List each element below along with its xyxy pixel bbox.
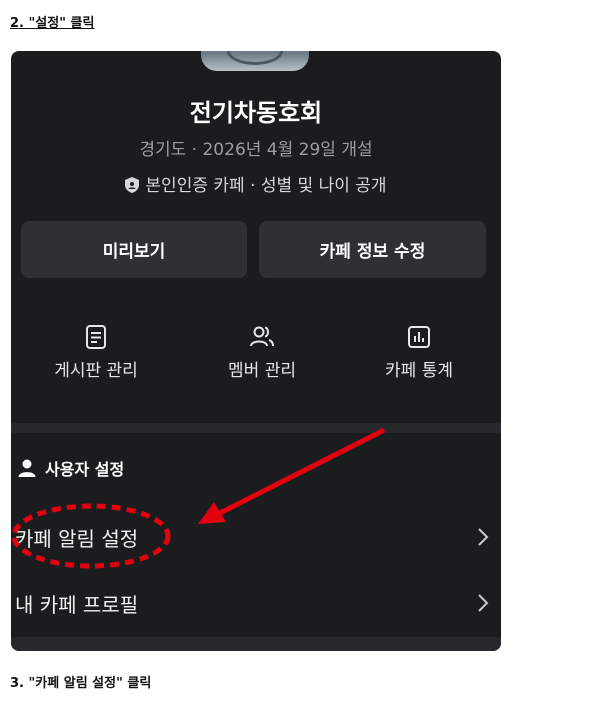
document-icon <box>86 325 106 349</box>
stats-icon <box>408 326 430 348</box>
board-management-label: 게시판 관리 <box>54 361 138 381</box>
section-divider <box>11 423 501 433</box>
cafe-name: 전기차동호회 <box>189 99 323 127</box>
bottom-divider <box>11 637 501 651</box>
cafe-stats-label: 카페 통계 <box>385 361 453 381</box>
board-management-item[interactable]: 게시판 관리 <box>21 324 171 381</box>
step-3-heading: 3. "카페 알림 설정" 클릭 <box>10 676 152 691</box>
step-2-heading: 2. "설정" 클릭 <box>10 16 95 31</box>
person-icon <box>18 459 36 477</box>
edit-cafe-info-button[interactable]: 카페 정보 수정 <box>259 221 486 278</box>
cafe-notification-settings-item[interactable]: 카페 알림 설정 <box>11 517 501 557</box>
cafe-verification-badge: 본인인증 카페 · 성별 및 나이 공개 <box>11 171 501 196</box>
user-settings-title: 사용자 설정 <box>45 460 125 479</box>
member-management-item[interactable]: 멤버 관리 <box>187 324 337 381</box>
members-icon <box>250 326 274 347</box>
shield-icon <box>125 177 140 193</box>
cafe-stats-item[interactable]: 카페 통계 <box>344 324 494 381</box>
preview-button[interactable]: 미리보기 <box>21 221 247 278</box>
member-management-label: 멤버 관리 <box>228 361 296 381</box>
user-settings-heading: 사용자 설정 <box>17 456 124 480</box>
cafe-notification-settings-label: 카페 알림 설정 <box>15 526 139 551</box>
cafe-badge-label: 본인인증 카페 · 성별 및 나이 공개 <box>145 176 387 196</box>
cafe-settings-screen: 전기차동호회 경기도 · 2026년 4월 29일 개설 본인인증 카페 · 성… <box>11 51 501 651</box>
cafe-meta: 경기도 · 2026년 4월 29일 개설 <box>139 140 373 160</box>
cafe-cover-image <box>201 51 309 71</box>
my-cafe-profile-label: 내 카페 프로필 <box>15 592 139 617</box>
chevron-right-icon <box>478 528 489 546</box>
my-cafe-profile-item[interactable]: 내 카페 프로필 <box>11 583 501 623</box>
chevron-right-icon <box>478 594 489 612</box>
